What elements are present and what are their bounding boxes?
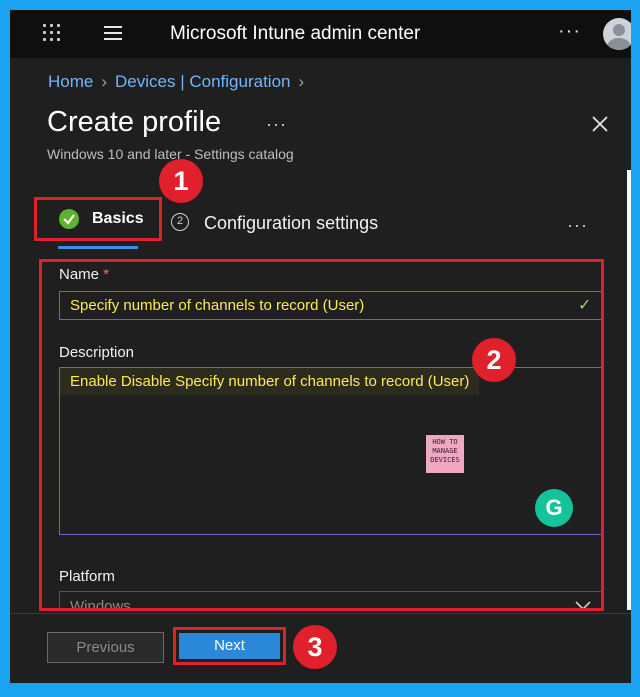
page-more-icon[interactable]: ··· bbox=[266, 114, 287, 135]
app-title[interactable]: Microsoft Intune admin center bbox=[170, 23, 420, 45]
check-circle-icon bbox=[59, 209, 79, 229]
checkmark-icon: ✓ bbox=[578, 297, 592, 314]
required-marker: * bbox=[103, 266, 110, 283]
name-field[interactable]: Specify number of channels to record (Us… bbox=[59, 291, 601, 320]
how-to-manage-devices-logo: HOW TO MANAGE DEVICES bbox=[426, 435, 464, 473]
platform-label: Platform bbox=[59, 568, 115, 585]
description-label: Description bbox=[59, 344, 135, 361]
menu-icon[interactable] bbox=[104, 26, 124, 42]
portal-frame: Microsoft Intune admin center ··· Home › D… bbox=[10, 10, 631, 683]
name-value: Specify number of channels to record (Us… bbox=[70, 297, 365, 314]
chevron-right-icon: › bbox=[298, 72, 305, 91]
step-number-icon: 2 bbox=[171, 213, 189, 231]
top-bar: Microsoft Intune admin center ··· bbox=[10, 10, 631, 58]
platform-value: Windows bbox=[70, 598, 131, 611]
callout-badge-2: 2 bbox=[472, 338, 516, 382]
page-subtitle: Windows 10 and later - Settings catalog bbox=[47, 146, 294, 162]
next-button[interactable]: Next bbox=[179, 633, 280, 659]
active-step-indicator bbox=[58, 246, 138, 249]
callout-badge-3: 3 bbox=[293, 625, 337, 669]
breadcrumb: Home › Devices | Configuration › bbox=[48, 72, 312, 92]
platform-select[interactable]: Windows bbox=[59, 591, 601, 611]
step-configuration-settings[interactable]: Configuration settings bbox=[204, 213, 378, 234]
grammarly-icon[interactable]: G bbox=[535, 489, 573, 527]
previous-button[interactable]: Previous bbox=[47, 632, 164, 663]
description-field[interactable]: Enable Disable Specify number of channel… bbox=[59, 367, 601, 535]
basics-form: Name * Specify number of channels to rec… bbox=[39, 259, 604, 611]
step-basics[interactable]: Basics bbox=[34, 197, 162, 241]
chevron-right-icon: › bbox=[101, 72, 108, 91]
page-title: Create profile bbox=[47, 106, 222, 138]
breadcrumb-devices-configuration[interactable]: Devices | Configuration bbox=[115, 72, 290, 91]
steps-more-icon[interactable]: ··· bbox=[567, 215, 588, 236]
avatar[interactable] bbox=[603, 18, 631, 50]
more-options-icon[interactable]: ··· bbox=[558, 20, 581, 43]
chevron-down-icon bbox=[575, 601, 591, 608]
callout-badge-1: 1 bbox=[159, 159, 203, 203]
step-basics-label: Basics bbox=[92, 210, 144, 227]
name-label-text: Name bbox=[59, 266, 100, 283]
footer-divider bbox=[10, 613, 631, 614]
close-icon[interactable] bbox=[590, 114, 610, 134]
scroll-edge bbox=[627, 170, 631, 610]
app-launcher-icon[interactable] bbox=[43, 24, 61, 42]
description-value: Enable Disable Specify number of channel… bbox=[60, 368, 480, 395]
breadcrumb-home[interactable]: Home bbox=[48, 72, 93, 91]
name-label: Name * bbox=[59, 266, 109, 283]
next-button-highlight: Next bbox=[173, 627, 286, 665]
